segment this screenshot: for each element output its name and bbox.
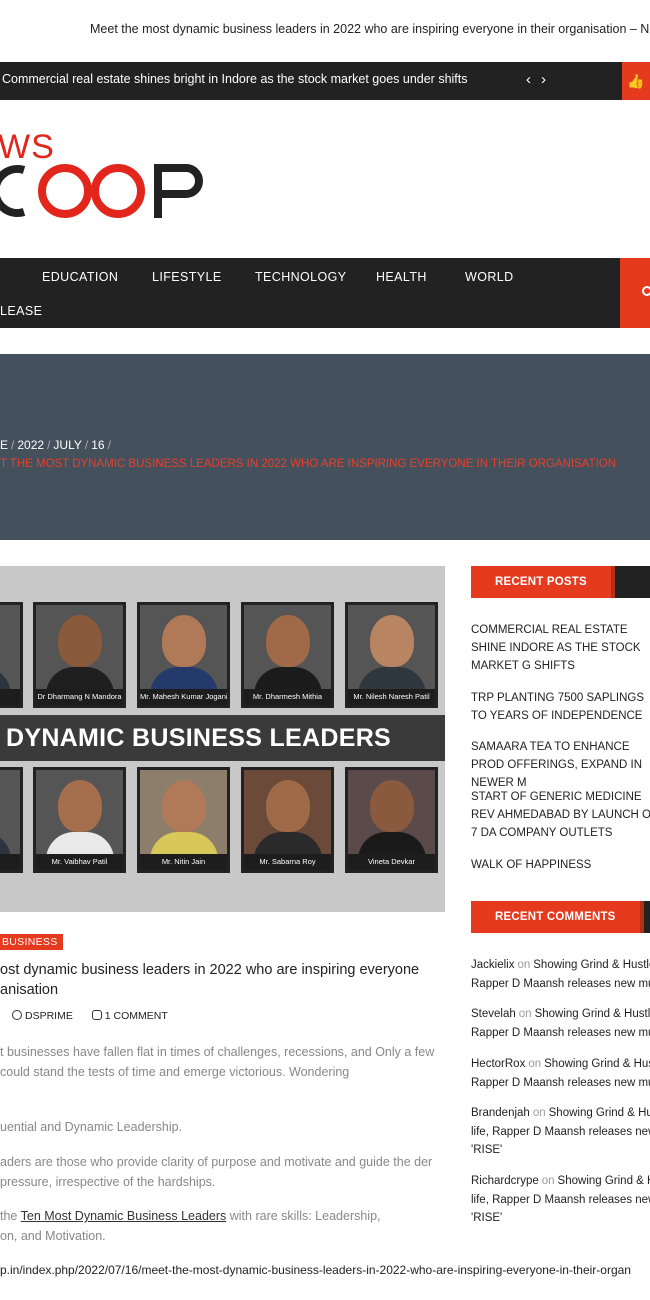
breadcrumb-year[interactable]: 2022 [17, 438, 44, 452]
search-icon [642, 286, 650, 296]
article-link[interactable]: Ten Most Dynamic Business Leaders [21, 1209, 227, 1223]
breadcrumb: E/2022/JULY/16/ [0, 438, 111, 452]
recent-posts-title: RECENT POSTS [471, 566, 615, 598]
recent-comment: Jackielix on Showing Grind & Hustle Rapper… [471, 956, 650, 993]
leader-card: Mr. Nitin Jain [137, 767, 230, 873]
nav-item-press-release[interactable]: LEASE [0, 304, 42, 318]
author-icon [12, 1010, 22, 1020]
comment-icon [91, 1010, 102, 1020]
top-headline[interactable]: Meet the most dynamic business leaders i… [90, 22, 650, 36]
category-badge[interactable]: BUSINESS [0, 934, 63, 950]
ticker-next-button[interactable]: › [541, 71, 556, 88]
nav-item-health[interactable]: HEALTH [376, 270, 427, 284]
leader-card: harya [0, 602, 23, 708]
post-author[interactable]: DSPRIME [25, 1010, 73, 1022]
nav-item-world[interactable]: WORLD [465, 270, 514, 284]
recent-comment: Richardcrype on Showing Grind & H life, Ra… [471, 1172, 650, 1228]
ticker-headline[interactable]: Commercial real estate shines bright in … [2, 72, 468, 86]
post-paragraph: t businesses have fallen flat in times o… [0, 1045, 435, 1079]
comment-author[interactable]: Jackielix [471, 959, 514, 971]
post-meta: DSPRIME 1 COMMENT [12, 1010, 168, 1022]
leader-card: r K [0, 767, 23, 873]
recent-comment: HectorRox on Showing Grind & Hus Rapper D … [471, 1055, 650, 1092]
page-hero: E/2022/JULY/16/ T THE MOST DYNAMIC BUSIN… [0, 354, 650, 540]
breadcrumb-day[interactable]: 16 [91, 438, 104, 452]
recent-post-link[interactable]: COMMERCIAL REAL ESTATE SHINE INDORE AS T… [471, 621, 650, 675]
news-ticker: Commercial real estate shines bright in … [0, 62, 650, 100]
scoop-logo-icon [0, 164, 203, 218]
featured-image[interactable]: harya Dr Dharmang N Mandora Mr. Mahesh K… [0, 566, 445, 912]
main-nav: EDUCATION LIFESTYLE TECHNOLOGY HEALTH WO… [0, 258, 650, 328]
status-bar-url: p.in/index.php/2022/07/16/meet-the-most-… [0, 1263, 631, 1277]
recent-comment: Brandenjah on Showing Grind & Hu life, Rap… [471, 1104, 650, 1160]
leader-card: Dr Dharmang N Mandora [33, 602, 126, 708]
recent-comment: Stevelah on Showing Grind & Hustl Rapper D… [471, 1005, 650, 1042]
comment-author[interactable]: Richardcrype [471, 1175, 539, 1187]
leader-card: Mr. Mahesh Kumar Jogani [137, 602, 230, 708]
leader-card: Mr. Vaibhav Patil [33, 767, 126, 873]
breadcrumb-home[interactable]: E [0, 438, 8, 452]
recent-post-link[interactable]: START OF GENERIC MEDICINE REV AHMEDABAD … [471, 788, 650, 842]
comment-author[interactable]: HectorRox [471, 1058, 525, 1070]
nav-item-lifestyle[interactable]: LIFESTYLE [152, 270, 222, 284]
post-title[interactable]: ost dynamic business leaders in 2022 who… [0, 960, 440, 1000]
breadcrumb-current: T THE MOST DYNAMIC BUSINESS LEADERS IN 2… [0, 458, 617, 470]
logo-bottom-text [0, 160, 240, 222]
recent-post-link[interactable]: WALK OF HAPPINESS [471, 856, 650, 874]
post-comments-link[interactable]: 1 COMMENT [105, 1010, 168, 1022]
post-paragraph: the Ten Most Dynamic Business Leaders wi… [0, 1209, 381, 1243]
comment-author[interactable]: Stevelah [471, 1008, 516, 1020]
post-paragraph: uential and Dynamic Leadership. [0, 1120, 183, 1134]
recent-post-link[interactable]: SAMAARA TEA TO ENHANCE PROD OFFERINGS, E… [471, 738, 650, 792]
ticker-prev-button[interactable]: ‹ [526, 71, 541, 88]
ticker-arrows: ‹› [526, 71, 556, 88]
leader-card: Vineta Devkar [345, 767, 438, 873]
breadcrumb-month[interactable]: JULY [53, 438, 81, 452]
recent-posts-header: RECENT POSTS [471, 566, 650, 598]
comment-author[interactable]: Brandenjah [471, 1107, 530, 1119]
nav-item-education[interactable]: EDUCATION [42, 270, 118, 284]
recent-post-link[interactable]: TRP PLANTING 7500 SAPLINGS TO YEARS OF I… [471, 689, 650, 725]
leader-card: Mr. Dharmesh Mithia [241, 602, 334, 708]
image-banner-text: DYNAMIC BUSINESS LEADERS [6, 724, 392, 752]
thumbs-up-icon[interactable]: 👍 [622, 62, 650, 100]
recent-comments-header: RECENT COMMENTS [471, 901, 650, 933]
nav-item-technology[interactable]: TECHNOLOGY [255, 270, 347, 284]
post-paragraph: aders are those who provide clarity of p… [0, 1155, 433, 1189]
leader-card: Mr. Sabarna Roy [241, 767, 334, 873]
leader-card: Mr. Nilesh Naresh Patil [345, 602, 438, 708]
recent-comments-title: RECENT COMMENTS [471, 901, 644, 933]
search-button[interactable] [620, 258, 650, 328]
